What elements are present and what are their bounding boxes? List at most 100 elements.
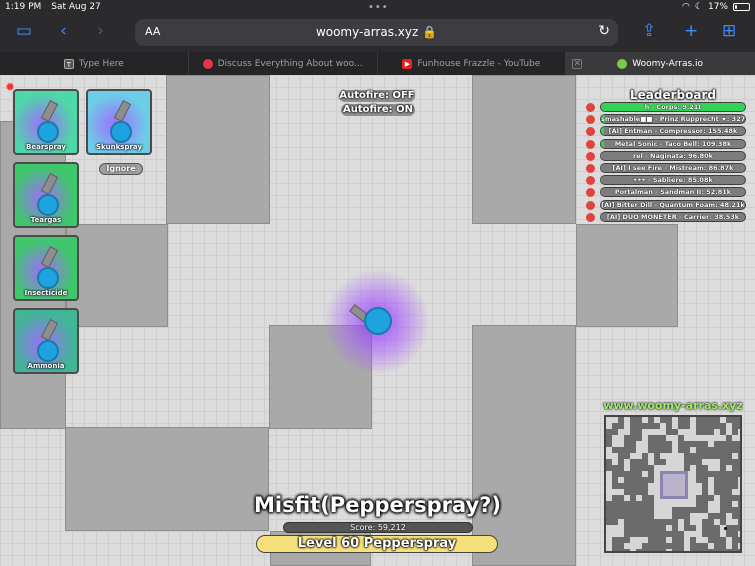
upgrade-tank-icon bbox=[40, 173, 59, 195]
minimap-wall bbox=[660, 543, 666, 551]
tab-woomy[interactable]: ✕ Woomy-Arras.io bbox=[566, 52, 755, 75]
minimap-wall bbox=[714, 441, 726, 447]
minimap-wall bbox=[732, 537, 738, 549]
minimap-wall bbox=[720, 423, 726, 435]
upgrade-tank-icon bbox=[40, 246, 59, 268]
screen: 1:19 PM Sat Aug 27 ◠ ☾ 17% ••• ▭ ‹ › AA … bbox=[0, 0, 755, 566]
upgrade-bearspray[interactable]: Bearspray bbox=[13, 89, 79, 155]
url-text: woomy-arras.xyz 🔒 bbox=[315, 25, 438, 39]
minimap-wall bbox=[612, 423, 618, 429]
minimap-wall bbox=[672, 537, 684, 549]
minimap-wall bbox=[612, 549, 618, 551]
minimap-wall bbox=[726, 525, 738, 531]
tab-type-here[interactable]: T Type Here bbox=[0, 52, 189, 75]
minimap-wall bbox=[696, 501, 708, 513]
minimap-wall bbox=[648, 423, 660, 429]
minimap-wall bbox=[708, 495, 714, 501]
minimap-wall bbox=[678, 435, 684, 447]
tab-youtube[interactable]: ▶ Funhouse Frazzle - YouTube bbox=[378, 52, 567, 75]
minimap-wall bbox=[726, 435, 732, 447]
minimap-wall bbox=[738, 537, 740, 543]
minimap-wall bbox=[642, 495, 654, 507]
player-name: Misfit(Pepperspray?) bbox=[254, 493, 501, 517]
minimap bbox=[604, 415, 742, 553]
minimap-wall bbox=[648, 471, 654, 477]
tank-class-icon bbox=[586, 176, 595, 186]
minimap-wall bbox=[642, 483, 648, 489]
share-icon[interactable]: ⇪ bbox=[642, 21, 656, 41]
minimap-wall bbox=[648, 435, 654, 441]
minimap-wall bbox=[720, 471, 732, 483]
minimap-wall bbox=[738, 513, 740, 525]
minimap-wall bbox=[606, 429, 618, 435]
sidebar-icon[interactable]: ▭ bbox=[16, 21, 32, 41]
minimap-wall bbox=[708, 537, 720, 543]
leaderboard-entry: [AI] DUO MONETER - Carrier: 38.53k bbox=[606, 212, 740, 221]
youtube-favicon-icon: ▶ bbox=[402, 58, 413, 69]
upgrade-ammonia[interactable]: Ammonia bbox=[13, 308, 79, 374]
minimap-wall bbox=[702, 465, 708, 477]
upgrade-skunkspray[interactable]: Skunkspray bbox=[86, 89, 152, 155]
wall bbox=[472, 75, 576, 224]
game-canvas[interactable]: ✹ Bearspray Skunkspray Ignore Teargas In… bbox=[0, 75, 755, 566]
minimap-wall bbox=[612, 537, 624, 543]
minimap-wall bbox=[654, 453, 660, 465]
tank-class-icon bbox=[586, 127, 595, 137]
minimap-wall bbox=[720, 447, 732, 459]
minimap-wall bbox=[696, 465, 702, 471]
minimap-wall bbox=[732, 441, 740, 447]
close-tab-icon[interactable]: ✕ bbox=[572, 58, 583, 69]
leaderboard-entry: [AI] Bitter Dill - Quantum Foam: 48.21k bbox=[601, 200, 745, 209]
battery-icon bbox=[733, 3, 750, 11]
minimap-wall bbox=[732, 513, 738, 519]
t-favicon-icon: T bbox=[63, 58, 74, 69]
status-time: 1:19 PM bbox=[5, 2, 42, 12]
leaderboard-row: Metal Sonic - Taco Bell: 109.38k bbox=[584, 138, 748, 150]
minimap-wall bbox=[618, 447, 624, 459]
minimap-wall bbox=[648, 417, 654, 423]
new-tab-icon[interactable]: + bbox=[684, 21, 698, 41]
upgrade-tank-icon bbox=[40, 319, 59, 341]
minimap-player-dot bbox=[724, 527, 727, 530]
minimap-wall bbox=[696, 417, 702, 429]
minimap-wall bbox=[732, 423, 740, 429]
minimap-wall bbox=[732, 495, 740, 501]
minimap-wall bbox=[666, 531, 678, 537]
address-bar[interactable]: AA woomy-arras.xyz 🔒 ↻ bbox=[135, 19, 618, 46]
tabs-overview-icon[interactable]: ⊞ bbox=[722, 21, 736, 41]
wall bbox=[166, 75, 270, 224]
minimap-wall bbox=[708, 417, 714, 429]
battery-percent: 17% bbox=[707, 2, 728, 12]
minimap-wall bbox=[720, 519, 726, 525]
minimap-wall bbox=[648, 519, 660, 531]
back-icon[interactable]: ‹ bbox=[60, 21, 67, 41]
multitasking-dots-icon[interactable]: ••• bbox=[368, 2, 389, 13]
minimap-wall bbox=[672, 507, 684, 513]
leaderboard-row: [AI] Bitter Dill - Quantum Foam: 48.21k bbox=[584, 199, 748, 211]
tank-class-icon bbox=[586, 212, 595, 222]
minimap-wall bbox=[696, 495, 702, 501]
upgrade-insecticide[interactable]: Insecticide bbox=[13, 235, 79, 301]
minimap-wall bbox=[702, 477, 708, 489]
minimap-wall bbox=[606, 459, 612, 465]
level-bar: Level 60 Pepperspray bbox=[256, 535, 498, 553]
reload-icon[interactable]: ↻ bbox=[598, 23, 610, 39]
tab-fandom[interactable]: Discuss Everything About woo... bbox=[189, 52, 378, 75]
leaderboard-row: [AI] I see Fire - Mistream: 86.87k bbox=[584, 163, 748, 174]
tab-bar: T Type Here Discuss Everything About woo… bbox=[0, 52, 755, 75]
minimap-base bbox=[660, 471, 688, 499]
minimap-wall bbox=[726, 417, 738, 423]
leaderboard-row: rel - Naginata: 96.80k bbox=[584, 150, 748, 162]
wall bbox=[576, 224, 678, 327]
forward-icon[interactable]: › bbox=[97, 21, 104, 41]
minimap-wall bbox=[702, 495, 708, 501]
leaderboard-row: ••• - Sabliere: 85.08k bbox=[584, 175, 748, 186]
ignore-button[interactable]: Ignore bbox=[99, 163, 143, 175]
leaderboard-entry: rel - Naginata: 96.80k bbox=[632, 151, 714, 160]
minimap-wall bbox=[612, 483, 618, 489]
minimap-wall bbox=[708, 447, 720, 459]
upgrade-teargas[interactable]: Teargas bbox=[13, 162, 79, 228]
player-tank bbox=[364, 307, 392, 335]
site-watermark: www.woomy-arras.xyz bbox=[603, 399, 743, 412]
leaderboard-row: Portalman - Sandman II: 52.81k bbox=[584, 187, 748, 198]
